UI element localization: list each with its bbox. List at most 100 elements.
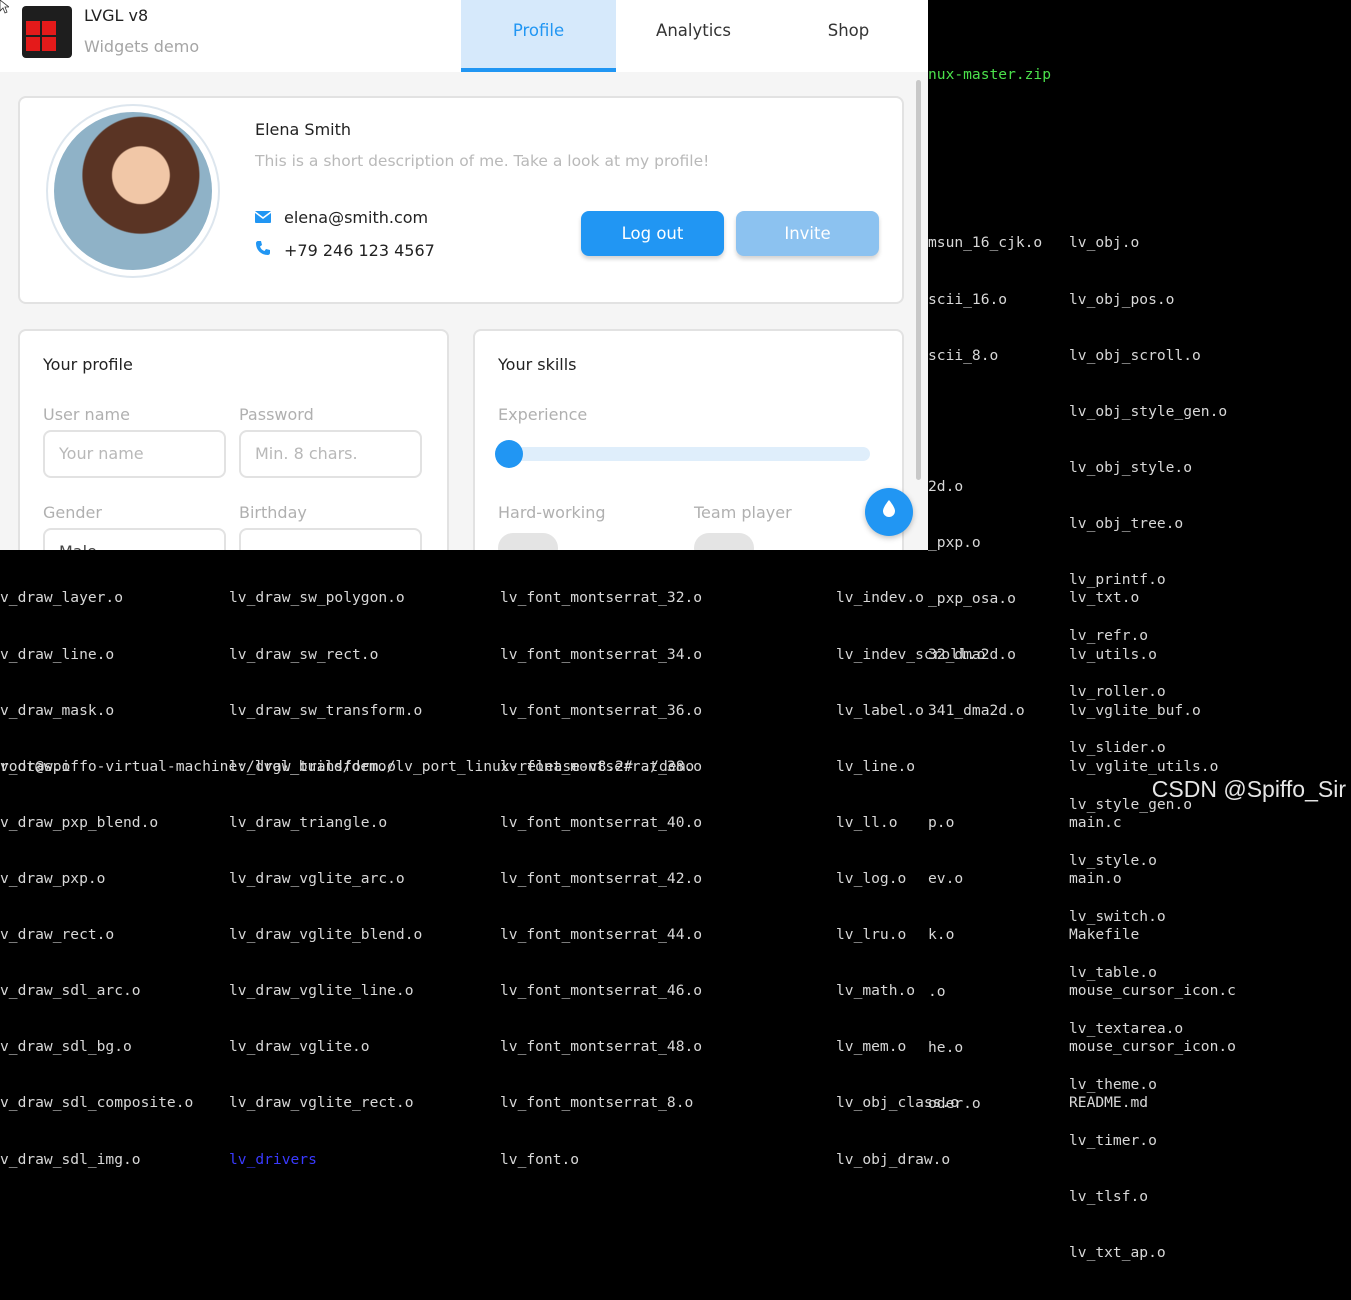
terminal-entry: msun_16_cjk.o [928,234,1043,252]
terminal-entry: lv_utils.o [1069,645,1157,663]
terminal-entry: lv_draw_sw_transform.o [229,701,423,719]
terminal-entry: lv_draw_sw_polygon.o [229,589,405,607]
your-skills-card: Your skills Experience Hard-working Team… [473,329,904,550]
app-title: LVGL v8 [84,6,149,25]
terminal-entry: lv_obj_style_gen.o [1069,402,1228,420]
terminal-entry: scii_8.o [928,346,999,364]
terminal-bottom: v_draw_layer.o v_draw_line.o v_draw_mask… [0,550,1351,1167]
terminal-entry: lv_font_montserrat_40.o [500,813,703,831]
gender-label: Gender [43,503,102,522]
tab-profile[interactable]: Profile [461,0,616,72]
terminal-entry: lv_mem.o [836,1038,907,1056]
terminal-entry: lv_font_montserrat_44.o [500,926,703,944]
terminal-entry: lv_draw_vglite_arc.o [229,869,405,887]
lvgl-demo-window: LVGL v8 Widgets demo Profile Analytics S… [0,0,928,550]
terminal-entry: lv_font_montserrat_34.o [500,645,703,663]
theme-color-button[interactable] [865,488,913,536]
terminal-entry: v_draw_layer.o [0,589,124,607]
terminal-entry: v_draw_sdl_img.o [0,1150,141,1168]
terminal-entry: lv_obj_style.o [1069,458,1193,476]
terminal-entry: lv_log.o [836,869,907,887]
terminal-entry: lv_obj_pos.o [1069,290,1175,308]
terminal-entry: lv_math.o [836,982,916,1000]
your-profile-title: Your profile [43,355,133,374]
avatar-frame [46,104,220,278]
your-skills-title: Your skills [498,355,577,374]
terminal-entry: README.md [1069,1094,1149,1112]
terminal-entry: v_draw_line.o [0,645,115,663]
terminal-entry: lv_font_montserrat_36.o [500,701,703,719]
birthday-input[interactable] [239,528,422,550]
teamplayer-label: Team player [694,503,792,522]
terminal-dir-entry: lv_drivers [229,1150,317,1168]
experience-label: Experience [498,405,588,424]
terminal-entry: lv_font_montserrat_42.o [500,869,703,887]
terminal-entry: v_draw_pxp.o [0,869,106,887]
terminal-entry: v_draw_sdl_bg.o [0,1038,132,1056]
terminal-entry: lv_font_montserrat_8.o [500,1094,694,1112]
avatar [54,112,212,270]
password-input[interactable]: Min. 8 chars. [239,430,422,478]
terminal-entry: lv_draw_sw_rect.o [229,645,379,663]
teamplayer-switch[interactable] [694,533,754,550]
profile-description: This is a short description of me. Take … [255,152,710,170]
email-text: elena@smith.com [284,208,429,227]
terminal-entry: lv_draw_vglite_line.o [229,982,414,1000]
terminal-entry: lv_indev_scroll.o [836,645,986,663]
terminal-bottom-col3: lv_font_montserrat_32.o lv_font_montserr… [500,552,702,1207]
lvgl-logo-icon [22,6,72,58]
terminal-entry: lv_obj.o [1069,234,1140,252]
terminal-entry: lv_indev.o [836,589,924,607]
chevron-down-icon: ⌄ [202,530,214,550]
terminal-entry: lv_line.o [836,757,916,775]
terminal-entry: main.o [1069,869,1122,887]
tab-shop[interactable]: Shop [771,0,926,72]
gender-dropdown[interactable]: Male ⌄ [43,528,226,550]
invite-button[interactable]: Invite [736,211,879,256]
terminal-entry: v_draw_sdl_arc.o [0,982,141,1000]
terminal-entry: v_draw_mask.o [0,701,115,719]
terminal-entry: lv_obj_scroll.o [1069,346,1201,364]
terminal-top: nux-master.zip msun_16_cjk.o scii_16.o s… [928,0,1351,1261]
terminal-prompt[interactable]: root@spiffo-virtual-machine:/lvgl_build/… [0,758,694,777]
terminal-entry: v_draw_pxp_blend.o [0,813,159,831]
birthday-label: Birthday [239,503,307,522]
terminal-entry: v_draw_sdl_composite.o [0,1094,194,1112]
logout-button[interactable]: Log out [581,211,724,256]
profile-name: Elena Smith [255,120,352,139]
watermark: CSDN @Spiffo_Sir [1151,776,1346,802]
terminal-entry: lv_label.o [836,701,924,719]
tint-icon [882,500,896,522]
email-row: elena@smith.com [254,208,429,227]
terminal-entry: lv_font_montserrat_46.o [500,982,703,1000]
experience-slider[interactable] [500,447,870,461]
phone-text: +79 246 123 4567 [284,241,435,260]
profile-card: Elena Smith This is a short description … [18,96,904,304]
phone-row: +79 246 123 4567 [255,240,435,260]
terminal-entry: lv_draw_vglite_rect.o [229,1094,414,1112]
header: LVGL v8 Widgets demo Profile Analytics S… [0,0,928,72]
terminal-entry: v_draw_rect.o [0,926,115,944]
terminal-entry: lv_draw_vglite.o [229,1038,370,1056]
terminal-zip-file: nux-master.zip [928,66,1052,83]
experience-slider-knob[interactable] [495,440,523,468]
phone-icon [255,240,275,260]
tab-analytics[interactable]: Analytics [616,0,771,72]
terminal-entry: scii_16.o [928,290,1008,308]
your-profile-card: Your profile User name Password Your nam… [18,329,449,550]
terminal-entry: lv_obj_draw.o [836,1150,951,1168]
hardworking-switch[interactable] [498,533,558,550]
username-input[interactable]: Your name [43,430,226,478]
terminal-entry: lv_font.o [500,1150,580,1168]
scrollbar[interactable] [916,80,921,480]
hardworking-label: Hard-working [498,503,606,522]
terminal-bottom-col5: lv_txt.o lv_utils.o lv_vglite_buf.o lv_v… [1069,552,1236,1151]
terminal-entry: lv_lru.o [836,926,907,944]
username-label: User name [43,405,130,424]
terminal-entry: lv_tlsf.o [1069,1188,1149,1206]
terminal-bottom-col2: lv_draw_sw_polygon.o lv_draw_sw_rect.o l… [229,552,422,1207]
terminal-entry: main.c [1069,813,1122,831]
gender-value: Male [59,542,97,550]
terminal-entry: mouse_cursor_icon.c [1069,982,1236,1000]
terminal-entry: lv_txt.o [1069,589,1140,607]
